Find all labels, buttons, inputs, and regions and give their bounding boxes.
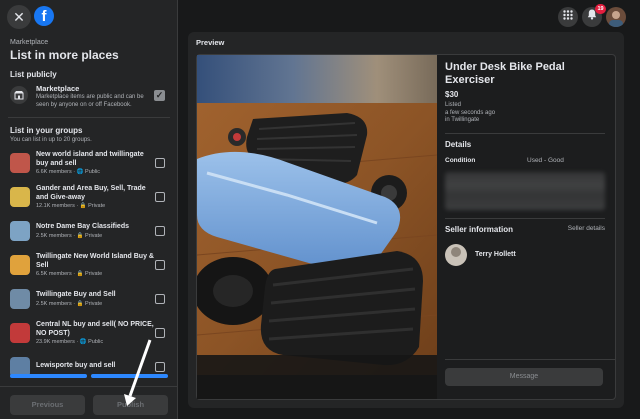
group-thumbnail <box>10 323 30 343</box>
group-thumbnail <box>10 153 30 173</box>
group-thumbnail <box>10 289 30 309</box>
group-item[interactable]: Twillingate New World Island Buy & Sell 6… <box>0 248 178 282</box>
facebook-logo-icon[interactable]: f <box>34 6 54 26</box>
profile-avatar[interactable] <box>606 7 626 27</box>
marketplace-checkbox[interactable]: ✓ <box>154 90 165 101</box>
message-area: Message <box>445 359 615 386</box>
preview-heading: Preview <box>196 38 225 47</box>
condition-label: Condition <box>445 156 476 164</box>
group-thumbnail <box>10 221 30 241</box>
page-title: List in more places <box>10 48 119 62</box>
listed-label: Listed <box>445 102 462 108</box>
group-checkbox[interactable] <box>155 192 165 202</box>
listing-location: in Twillingate <box>445 117 480 123</box>
breadcrumb: Marketplace <box>10 39 49 46</box>
divider <box>445 132 605 134</box>
group-item[interactable]: Gander and Area Buy, Sell, Trade and Giv… <box>0 180 178 214</box>
close-icon[interactable]: ✕ <box>7 5 31 29</box>
groups-heading: List in your groups <box>10 126 83 135</box>
divider <box>445 217 605 219</box>
seller: Terry Hollett <box>445 243 615 266</box>
listed-time: a few seconds ago <box>445 109 496 116</box>
group-item[interactable]: Twillingate Buy and Sell 2.5K members · 🔒… <box>0 282 178 316</box>
seller-name: Terry Hollett <box>475 251 516 258</box>
list-publicly-heading: List publicly <box>10 70 57 79</box>
marketplace-name: Marketplace <box>36 84 80 93</box>
groups-subtitle: You can list in up to 20 groups. <box>10 137 92 143</box>
seller-info-heading: Seller information <box>445 224 514 234</box>
sidebar-scroll-area[interactable]: Marketplace List in more places List pub… <box>0 34 178 376</box>
group-name: Twillingate New World Island Buy & Sell <box>36 253 154 269</box>
notification-badge: 19 <box>595 4 606 14</box>
group-name: Notre Dame Bay Classifieds <box>36 223 129 231</box>
group-name: Central NL buy and sell( NO PRICE, NO PO… <box>36 321 154 337</box>
marketplace-option[interactable]: Marketplace Marketplace items are public… <box>0 82 178 115</box>
listing-photo <box>197 55 437 399</box>
group-meta: 6.5K members · 🔒 Private <box>36 271 103 277</box>
group-checkbox[interactable] <box>155 294 165 304</box>
group-thumbnail <box>10 187 30 207</box>
group-checkbox[interactable] <box>155 260 165 270</box>
condition-row: Condition Used - Good <box>445 157 605 164</box>
seller-details-link[interactable]: Seller details <box>568 225 605 234</box>
group-name: Twillingate Buy and Sell <box>36 291 116 299</box>
listing-preview: Under Desk Bike Pedal Exerciser $30 List… <box>196 54 616 400</box>
listing-price: $30 <box>445 90 459 99</box>
group-meta: 6.6K members · 🌐 Public <box>36 169 101 175</box>
group-name: Gander and Area Buy, Sell, Trade and Giv… <box>36 185 146 201</box>
mouse-cursor-icon <box>124 339 152 406</box>
group-item[interactable]: Notre Dame Bay Classifieds 2.5K members ·… <box>0 214 178 248</box>
previous-button[interactable]: Previous <box>10 395 85 415</box>
bell-icon[interactable]: 19 <box>582 4 606 27</box>
group-checkbox[interactable] <box>155 158 165 168</box>
group-name: New world island and twillingate buy and… <box>36 151 144 167</box>
listing-info: Under Desk Bike Pedal Exerciser $30 List… <box>445 55 615 399</box>
listing-meta: Listed a few seconds ago in Twillingate <box>445 102 615 125</box>
group-meta: 2.5K members · 🔒 Private <box>36 232 103 239</box>
store-icon <box>10 86 28 104</box>
details-heading: Details <box>445 139 472 149</box>
condition-value: Used - Good <box>527 156 564 164</box>
seller-header: Seller information Seller details <box>445 225 605 234</box>
group-meta: 2.5K members · 🔒 Private <box>36 300 103 307</box>
group-checkbox[interactable] <box>155 226 165 236</box>
listing-title: Under Desk Bike Pedal Exerciser <box>445 61 565 86</box>
preview-card: Preview Under Desk Bike Pedal Exerciser … <box>188 32 624 408</box>
group-checkbox[interactable] <box>155 328 165 338</box>
sidebar-topbar: ✕ f <box>0 0 177 34</box>
avatar <box>445 243 467 266</box>
group-meta: 12.1K members · 🔒 Private <box>36 203 106 209</box>
group-item[interactable]: New world island and twillingate buy and… <box>0 146 178 180</box>
marketplace-description: Marketplace items are public and can be … <box>36 94 144 108</box>
message-button[interactable]: Message <box>445 368 603 386</box>
grid-menu-icon[interactable] <box>558 7 578 27</box>
blurred-description <box>445 171 605 210</box>
listing-sidebar: ✕ f Marketplace List in more places List… <box>0 0 178 419</box>
group-thumbnail <box>10 255 30 275</box>
